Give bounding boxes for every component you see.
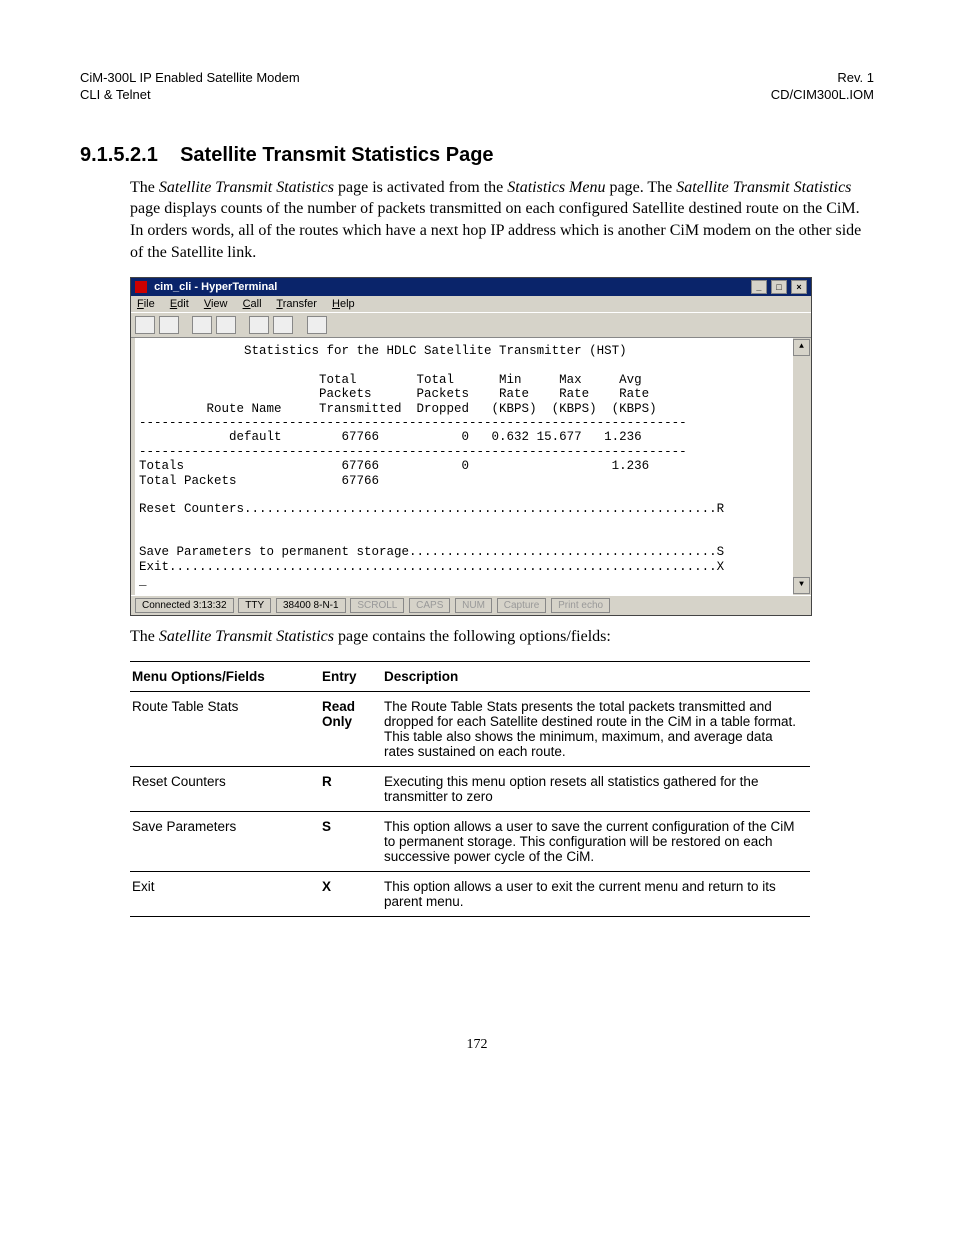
window-buttons: _ □ × <box>750 280 807 294</box>
status-printecho: Print echo <box>551 598 610 613</box>
table-header-row: Menu Options/Fields Entry Description <box>130 662 810 692</box>
cell-entry: S <box>320 812 382 872</box>
col-entry: Entry <box>320 662 382 692</box>
status-scroll: SCROLL <box>350 598 404 613</box>
table-row: Reset CountersRExecuting this menu optio… <box>130 767 810 812</box>
minimize-icon[interactable]: _ <box>751 280 767 294</box>
window-title: cim_cli - HyperTerminal <box>154 281 277 293</box>
status-connected: Connected 3:13:32 <box>135 598 234 613</box>
menu-edit[interactable]: Edit <box>170 298 189 310</box>
tb-open-icon[interactable] <box>159 316 179 334</box>
header-right-1: Rev. 1 <box>771 70 874 87</box>
maximize-icon[interactable]: □ <box>771 280 787 294</box>
col-desc: Description <box>382 662 810 692</box>
cell-entry: X <box>320 872 382 917</box>
cell-entry: Read Only <box>320 692 382 767</box>
menu-call[interactable]: Call <box>243 298 262 310</box>
menu-help[interactable]: Help <box>332 298 355 310</box>
menu-transfer[interactable]: Transfer <box>276 298 317 310</box>
cell-option: Reset Counters <box>130 767 320 812</box>
table-row: ExitXThis option allows a user to exit t… <box>130 872 810 917</box>
cell-description: Executing this menu option resets all st… <box>382 767 810 812</box>
paragraph-1: The Satellite Transmit Statistics page i… <box>130 177 874 263</box>
status-emulation: TTY <box>238 598 271 613</box>
close-icon[interactable]: × <box>791 280 807 294</box>
menu-file[interactable]: File <box>137 298 155 310</box>
header-left-2: CLI & Telnet <box>80 87 300 104</box>
section-number: 9.1.5.2.1 <box>80 144 158 166</box>
tb-recv-icon[interactable] <box>273 316 293 334</box>
status-caps: CAPS <box>409 598 450 613</box>
menu-view[interactable]: View <box>204 298 228 310</box>
scroll-down-icon[interactable]: ▼ <box>793 577 810 594</box>
status-num: NUM <box>455 598 492 613</box>
running-header: CiM-300L IP Enabled Satellite Modem CLI … <box>80 70 874 104</box>
hyperterminal-screenshot: cim_cli - HyperTerminal _ □ × File Edit … <box>130 277 812 615</box>
status-line: 38400 8-N-1 <box>276 598 346 613</box>
toolbar <box>131 312 811 338</box>
options-table: Menu Options/Fields Entry Description Ro… <box>130 661 810 917</box>
tb-call-icon[interactable] <box>192 316 212 334</box>
tb-send-icon[interactable] <box>249 316 269 334</box>
section-heading: 9.1.5.2.1 Satellite Transmit Statistics … <box>80 144 874 167</box>
header-left-1: CiM-300L IP Enabled Satellite Modem <box>80 70 300 87</box>
scroll-up-icon[interactable]: ▲ <box>793 339 810 356</box>
cell-entry: R <box>320 767 382 812</box>
tb-new-icon[interactable] <box>135 316 155 334</box>
cell-description: This option allows a user to exit the cu… <box>382 872 810 917</box>
app-icon <box>135 281 147 293</box>
cell-description: The Route Table Stats presents the total… <box>382 692 810 767</box>
cell-option: Exit <box>130 872 320 917</box>
cell-option: Save Parameters <box>130 812 320 872</box>
tb-hangup-icon[interactable] <box>216 316 236 334</box>
cell-option: Route Table Stats <box>130 692 320 767</box>
paragraph-2: The Satellite Transmit Statistics page c… <box>130 626 874 648</box>
cell-description: This option allows a user to save the cu… <box>382 812 810 872</box>
tb-props-icon[interactable] <box>307 316 327 334</box>
menubar: File Edit View Call Transfer Help <box>131 296 811 312</box>
terminal-output: Statistics for the HDLC Satellite Transm… <box>131 338 811 594</box>
header-right-2: CD/CIM300L.IOM <box>771 87 874 104</box>
table-row: Route Table StatsRead OnlyThe Route Tabl… <box>130 692 810 767</box>
page-number: 172 <box>80 1037 874 1053</box>
section-title-text: Satellite Transmit Statistics Page <box>180 144 493 166</box>
statusbar: Connected 3:13:32 TTY 38400 8-N-1 SCROLL… <box>131 595 811 615</box>
table-row: Save ParametersSThis option allows a use… <box>130 812 810 872</box>
status-capture: Capture <box>497 598 547 613</box>
col-menu: Menu Options/Fields <box>130 662 320 692</box>
window-titlebar: cim_cli - HyperTerminal _ □ × <box>131 278 811 296</box>
